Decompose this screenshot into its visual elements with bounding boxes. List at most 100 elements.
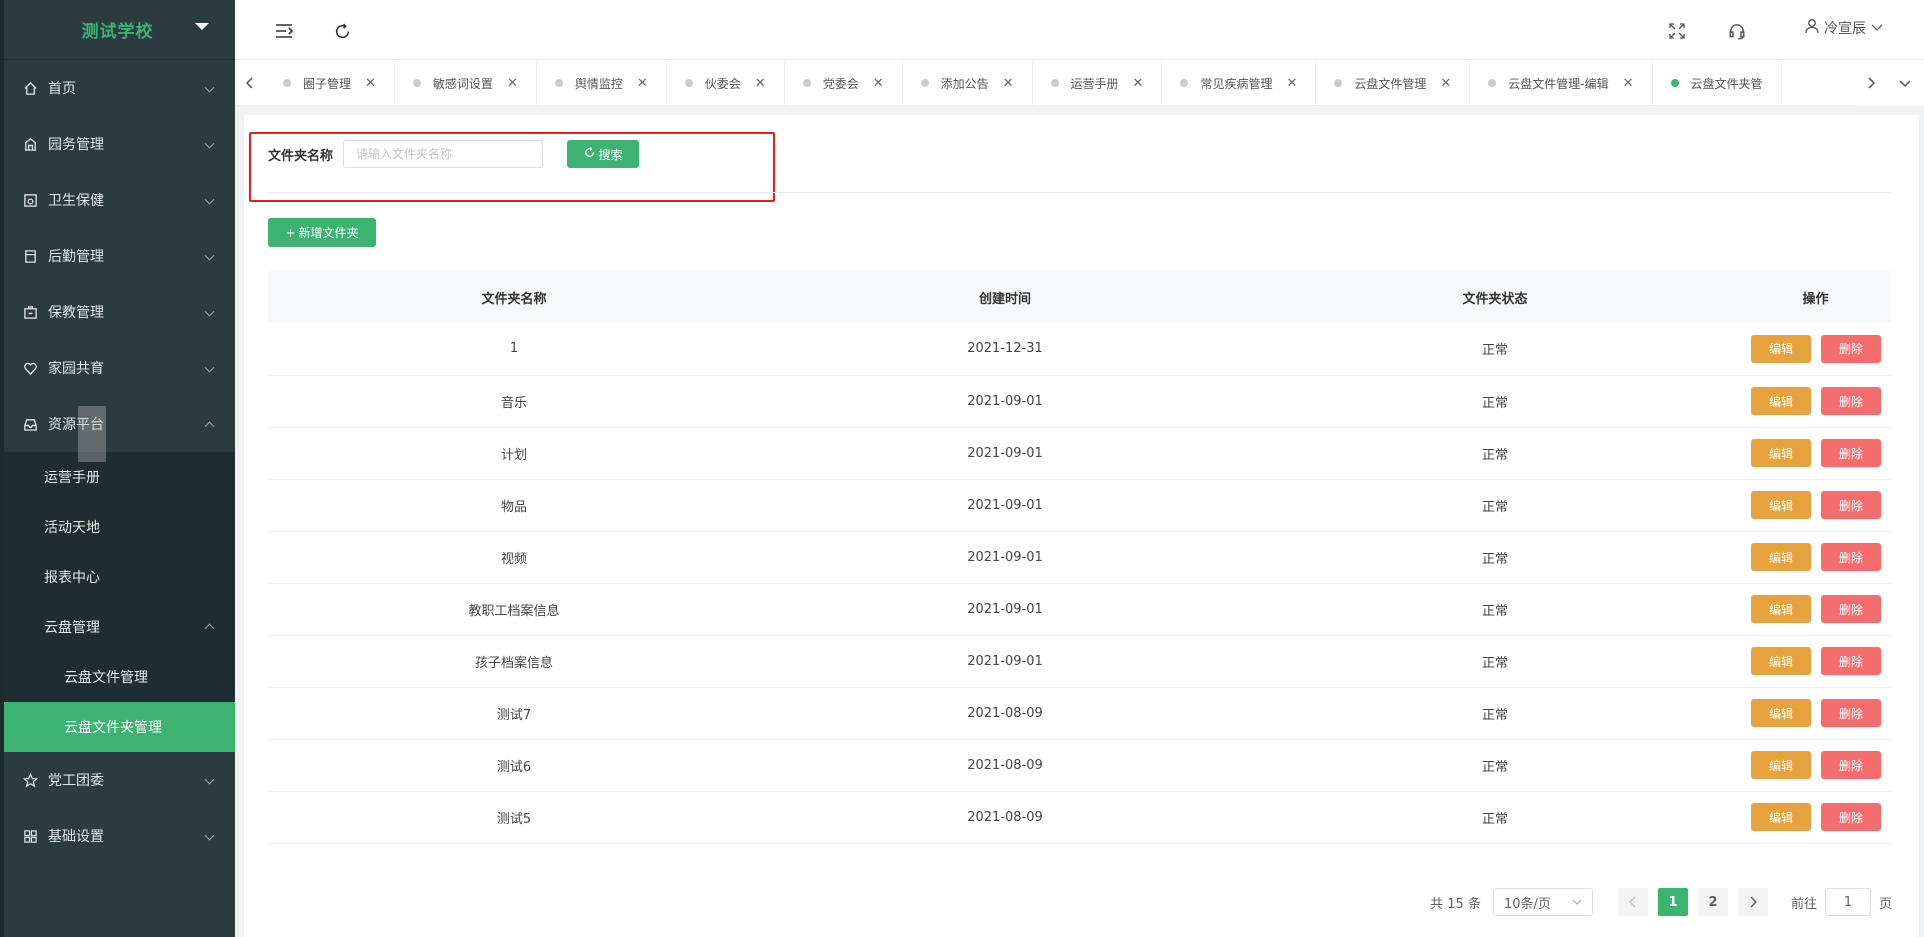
delete-button[interactable]: 删除 — [1821, 751, 1881, 779]
delete-button[interactable]: 删除 — [1821, 803, 1881, 831]
tab-add-notice[interactable]: 添加公告 ✕ — [903, 60, 1033, 106]
edit-button[interactable]: 编辑 — [1751, 387, 1811, 415]
delete-button[interactable]: 删除 — [1821, 699, 1881, 727]
grid-icon — [22, 828, 38, 844]
delete-button[interactable]: 删除 — [1821, 491, 1881, 519]
sidebar-item-home[interactable]: 首页 — [0, 60, 235, 116]
user-menu[interactable]: 冷宣辰 — [1804, 18, 1884, 38]
sidebar-item-ops-manual[interactable]: 运营手册 — [0, 452, 235, 502]
delete-button[interactable]: 删除 — [1821, 647, 1881, 675]
close-icon[interactable]: ✕ — [1003, 76, 1014, 91]
sidebar-item-label: 卫生保健 — [48, 193, 104, 209]
tab-cloud-folders[interactable]: 云盘文件夹管 — [1653, 60, 1782, 106]
add-folder-button[interactable]: + 新增文件夹 — [268, 218, 376, 247]
chevron-down-icon — [1870, 20, 1884, 36]
page-size-value: 10条/页 — [1503, 896, 1551, 912]
username: 冷宣辰 — [1824, 21, 1866, 37]
close-icon[interactable]: ✕ — [1133, 76, 1144, 91]
close-icon[interactable]: ✕ — [637, 76, 648, 91]
cell-folder-name: 教职工档案信息 — [268, 583, 760, 636]
sidebar-item-settings[interactable]: 基础设置 — [0, 808, 235, 864]
tab-sensitive-words[interactable]: 敏感词设置 ✕ — [395, 60, 537, 106]
page-size-select[interactable]: 10条/页 — [1492, 888, 1593, 916]
edit-button[interactable]: 编辑 — [1751, 439, 1811, 467]
resource-submenu: 运营手册 活动天地 报表中心 云盘管理 云盘文件管理 云盘文件夹管理 — [0, 452, 235, 752]
cell-operations: 编辑 删除 — [1740, 323, 1891, 376]
sidebar-item-home-school[interactable]: 家园共育 — [0, 340, 235, 396]
chevron-down-icon — [1572, 895, 1582, 910]
close-icon[interactable]: ✕ — [1440, 76, 1451, 91]
tab-dot — [1488, 79, 1497, 87]
tab-party-committee[interactable]: 党委会 ✕ — [785, 60, 903, 106]
sidebar-item-cloud-files[interactable]: 云盘文件管理 — [0, 652, 235, 702]
tab-cloud-files-edit[interactable]: 云盘文件管理-编辑 ✕ — [1470, 60, 1653, 106]
delete-button[interactable]: 删除 — [1821, 543, 1881, 571]
edit-button[interactable]: 编辑 — [1751, 491, 1811, 519]
sidebar-item-label: 党工团委 — [48, 773, 104, 789]
sidebar-item-activities[interactable]: 活动天地 — [0, 502, 235, 552]
next-page-button[interactable] — [1737, 888, 1768, 916]
close-icon[interactable]: ✕ — [755, 76, 766, 91]
cell-created-time: 2021-08-09 — [760, 687, 1250, 740]
edit-button[interactable]: 编辑 — [1751, 647, 1811, 675]
delete-button[interactable]: 删除 — [1821, 595, 1881, 623]
cell-created-time: 2021-09-01 — [760, 635, 1250, 688]
sidebar-item-education[interactable]: 保教管理 — [0, 284, 235, 340]
tab-meal-committee[interactable]: 伙委会 ✕ — [667, 60, 785, 106]
sidebar-item-reports[interactable]: 报表中心 — [0, 552, 235, 602]
prev-page-button[interactable] — [1617, 888, 1648, 916]
brand[interactable]: 测试学校 — [0, 0, 235, 60]
sidebar-item-campus[interactable]: 园务管理 — [0, 116, 235, 172]
tab-diseases[interactable]: 常见疾病管理 ✕ — [1162, 60, 1317, 106]
tab-opinion[interactable]: 舆情监控 ✕ — [537, 60, 667, 106]
chevron-left-icon[interactable] — [235, 60, 265, 106]
logistics-icon — [22, 248, 38, 264]
chevron-right-icon[interactable] — [1856, 60, 1886, 106]
edit-button[interactable]: 编辑 — [1751, 699, 1811, 727]
delete-button[interactable]: 删除 — [1821, 387, 1881, 415]
tab-label: 敏感词设置 — [432, 76, 493, 91]
cell-operations: 编辑 删除 — [1740, 635, 1891, 688]
close-icon[interactable]: ✕ — [365, 76, 376, 91]
sidebar-item-cloud-folders[interactable]: 云盘文件夹管理 — [0, 702, 235, 752]
tab-cloud-files[interactable]: 云盘文件管理 ✕ — [1316, 60, 1471, 106]
delete-button[interactable]: 删除 — [1821, 439, 1881, 467]
tab-circle[interactable]: 圈子管理 ✕ — [265, 60, 395, 106]
menu-toggle-icon[interactable] — [273, 20, 295, 42]
close-icon[interactable]: ✕ — [1623, 76, 1634, 91]
cell-created-time: 2021-08-09 — [760, 791, 1250, 844]
sidebar-item-cloud[interactable]: 云盘管理 — [0, 602, 235, 652]
page-2-button[interactable]: 2 — [1697, 888, 1728, 916]
page-1-button[interactable]: 1 — [1657, 888, 1688, 916]
close-icon[interactable]: ✕ — [507, 76, 518, 91]
chevron-up-icon — [204, 421, 215, 432]
goto-page: 前往 页 — [1791, 888, 1892, 916]
row-actions: 编辑 删除 — [1740, 439, 1891, 467]
close-icon[interactable]: ✕ — [873, 76, 884, 91]
edit-button[interactable]: 编辑 — [1751, 803, 1811, 831]
headset-icon[interactable] — [1726, 20, 1748, 42]
edit-button[interactable]: 编辑 — [1751, 595, 1811, 623]
tab-ops-manual[interactable]: 运营手册 ✕ — [1033, 60, 1163, 106]
edit-button[interactable]: 编辑 — [1751, 751, 1811, 779]
edit-button[interactable]: 编辑 — [1751, 543, 1811, 571]
refresh-icon[interactable] — [331, 20, 353, 42]
tabs-dropdown-icon[interactable] — [1886, 60, 1924, 106]
sidebar-item-party[interactable]: 党工团委 — [0, 752, 235, 808]
add-folder-label: 新增文件夹 — [298, 226, 359, 240]
goto-page-input[interactable] — [1824, 888, 1871, 916]
sidebar-item-resource[interactable]: 资源平台 — [0, 396, 235, 452]
sidebar-item-health[interactable]: 卫生保健 — [0, 172, 235, 228]
cell-folder-status: 正常 — [1250, 687, 1740, 740]
fullscreen-icon[interactable] — [1666, 20, 1688, 42]
edit-button[interactable]: 编辑 — [1751, 334, 1811, 363]
pagination: 共 15 条 10条/页 1 2 前往 页 — [1430, 888, 1892, 916]
caret-down-icon[interactable] — [195, 23, 209, 30]
sidebar-edge — [0, 0, 4, 937]
sidebar-item-logistics[interactable]: 后勤管理 — [0, 228, 235, 284]
cell-folder-name: 计划 — [268, 427, 760, 480]
close-icon[interactable]: ✕ — [1286, 76, 1297, 91]
cell-operations: 编辑 删除 — [1740, 531, 1891, 584]
cell-folder-name: 1 — [268, 323, 760, 376]
delete-button[interactable]: 删除 — [1821, 334, 1881, 363]
